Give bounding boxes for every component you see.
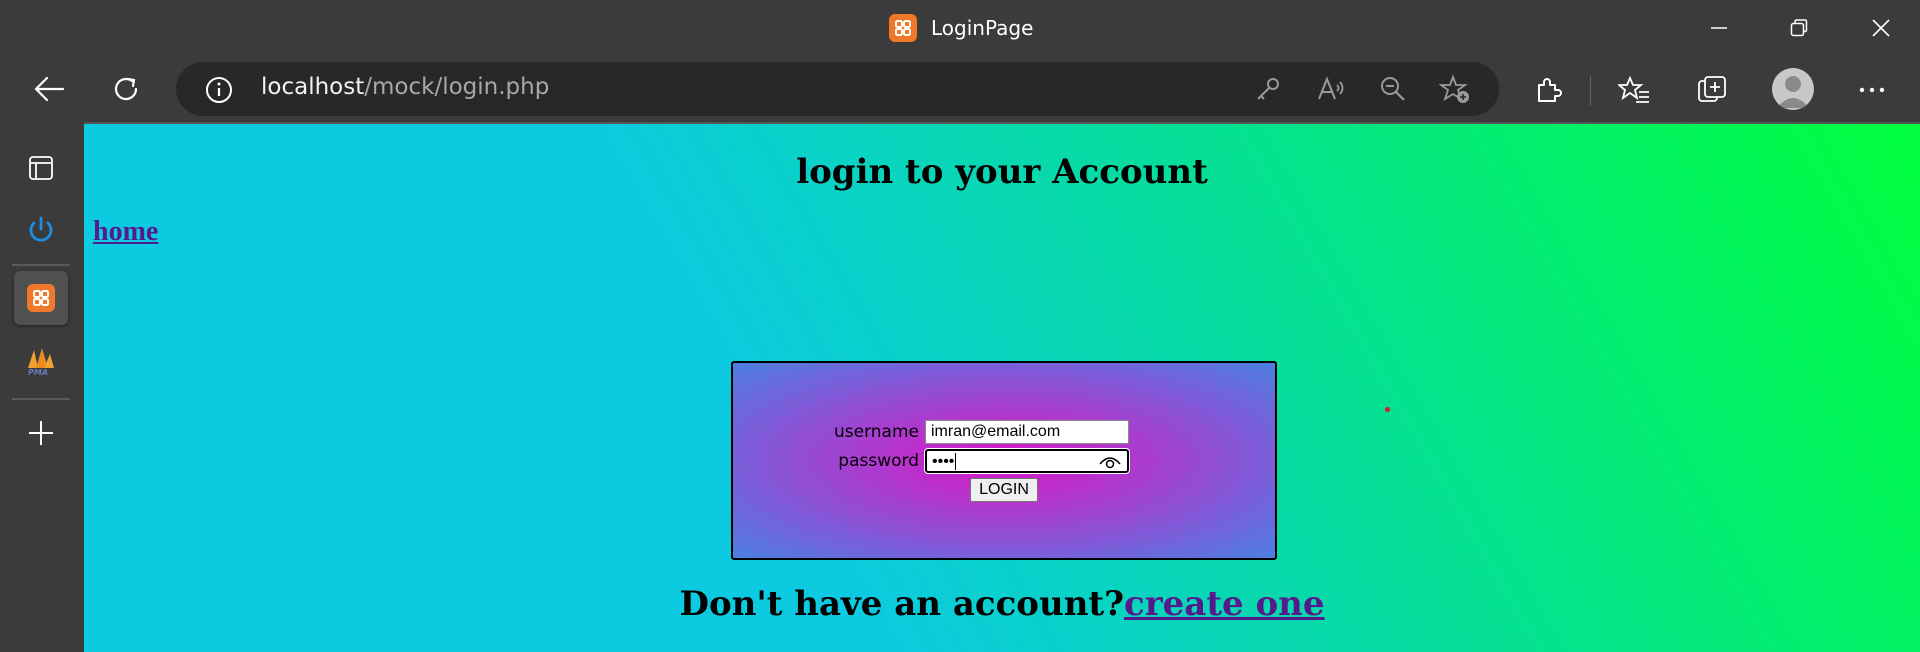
red-dot xyxy=(1385,407,1390,412)
tab-actions-icon xyxy=(29,156,53,180)
create-account-link[interactable]: create one xyxy=(1124,584,1324,624)
password-input[interactable]: ••••​ xyxy=(924,448,1130,474)
password-value: •••• xyxy=(932,453,955,470)
site-info-icon[interactable] xyxy=(204,75,234,109)
refresh-icon xyxy=(114,77,138,101)
minimize-icon xyxy=(1711,27,1727,29)
sidebar-separator xyxy=(12,264,70,266)
restore-button[interactable] xyxy=(1774,10,1824,46)
favorites-button[interactable] xyxy=(1612,68,1656,112)
ellipsis-icon xyxy=(1859,87,1885,93)
window-title: LoginPage xyxy=(931,16,1034,40)
signup-text: Don't have an account? xyxy=(679,584,1125,624)
close-icon xyxy=(1872,19,1890,37)
page-title: login to your Account xyxy=(796,152,1208,192)
user-icon xyxy=(1777,76,1809,108)
signup-prompt: Don't have an account?create one xyxy=(84,584,1920,624)
minimize-button[interactable] xyxy=(1694,10,1744,46)
password-row: password ••••​ xyxy=(833,448,1130,474)
username-label: username xyxy=(834,422,919,442)
collections-button[interactable] xyxy=(1690,68,1734,112)
favorites-icon xyxy=(1618,75,1649,103)
profile-avatar[interactable] xyxy=(1772,68,1814,110)
sidebar-item-xampp[interactable] xyxy=(14,271,68,325)
xampp-icon xyxy=(889,14,917,42)
home-link[interactable]: home xyxy=(93,216,158,248)
restore-icon xyxy=(1790,19,1808,37)
url-text[interactable]: localhost/mock/login.php xyxy=(261,74,549,100)
xampp-icon xyxy=(27,284,55,312)
page-viewport: login to your Account home username imra… xyxy=(84,122,1920,652)
svg-text:PMA: PMA xyxy=(28,368,48,376)
collections-icon xyxy=(1698,76,1726,102)
sidebar-item-tab-actions[interactable] xyxy=(14,141,68,195)
login-form: username imran@email.com password ••••​ … xyxy=(731,361,1277,560)
toolbar-separator xyxy=(1590,76,1591,106)
text-cursor: ​ xyxy=(955,453,957,470)
back-arrow-icon xyxy=(34,76,65,102)
sidebar-separator xyxy=(12,398,70,400)
title-bar: LoginPage xyxy=(0,0,1920,58)
login-button[interactable]: LOGIN xyxy=(970,478,1038,502)
key-icon[interactable] xyxy=(1252,73,1284,105)
browser-sidebar: PMA xyxy=(0,122,84,652)
refresh-button[interactable] xyxy=(104,67,148,111)
browser-toolbar: localhost/mock/login.php xyxy=(0,58,1920,122)
read-aloud-icon[interactable] xyxy=(1315,73,1347,105)
window-title-group: LoginPage xyxy=(889,14,1033,42)
more-menu-button[interactable] xyxy=(1850,68,1894,112)
zoom-out-icon[interactable] xyxy=(1377,73,1409,105)
back-button[interactable] xyxy=(27,67,71,111)
sidebar-item-add[interactable] xyxy=(14,406,68,460)
power-icon xyxy=(29,216,53,242)
url-path: /mock/login.php xyxy=(364,74,550,100)
phpmyadmin-icon: PMA xyxy=(28,348,54,376)
add-favorite-icon[interactable] xyxy=(1439,73,1471,105)
close-button[interactable] xyxy=(1856,10,1906,46)
username-input[interactable]: imran@email.com xyxy=(925,420,1129,444)
add-icon xyxy=(29,421,53,445)
reveal-password-icon[interactable] xyxy=(1099,454,1121,477)
sidebar-item-power[interactable] xyxy=(14,203,68,257)
url-host: localhost xyxy=(261,74,365,100)
username-row: username imran@email.com xyxy=(833,420,1129,444)
puzzle-icon xyxy=(1538,78,1562,102)
extensions-button[interactable] xyxy=(1526,68,1570,112)
sidebar-item-phpmyadmin[interactable]: PMA xyxy=(14,333,68,387)
password-label: password xyxy=(838,451,919,471)
address-bar[interactable]: localhost/mock/login.php xyxy=(176,62,1499,116)
